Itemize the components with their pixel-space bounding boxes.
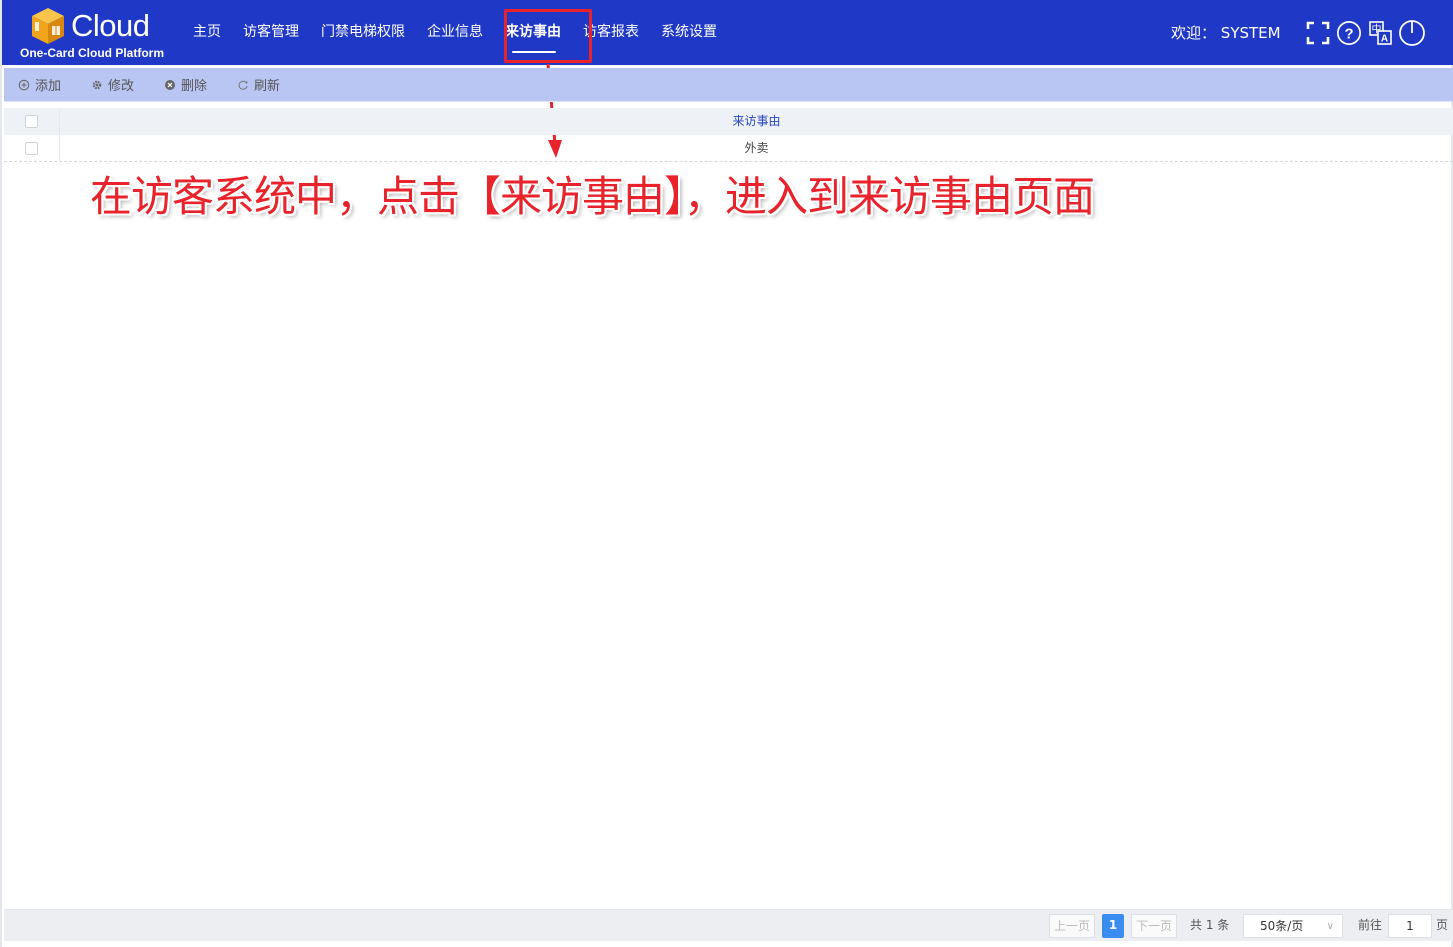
gear-icon xyxy=(92,80,102,89)
add-button[interactable]: 添加 xyxy=(4,68,76,102)
delete-button[interactable]: 删除 xyxy=(149,68,222,102)
table-header: 来访事由 xyxy=(4,108,1453,135)
delete-button-label: 删除 xyxy=(181,79,208,94)
select-all-cell xyxy=(4,108,60,135)
nav-item-home[interactable]: 主页 xyxy=(182,0,232,65)
svg-text:A: A xyxy=(1381,34,1388,45)
action-toolbar: 添加 修改 删除 刷新 xyxy=(4,68,1453,102)
nav-item-visitor-reports[interactable]: 访客报表 xyxy=(572,0,650,65)
logo-subtitle: One-Card Cloud Platform xyxy=(20,46,165,60)
goto-label: 前往 xyxy=(1358,918,1383,932)
page-size-value: 50条/页 xyxy=(1260,919,1304,933)
nav-item-visitor-management[interactable]: 访客管理 xyxy=(232,0,310,65)
svg-text:?: ? xyxy=(1344,27,1353,43)
translate-icon[interactable]: 中 A xyxy=(1368,19,1394,47)
visit-reason-table: 来访事由 外卖 xyxy=(4,108,1453,162)
table-row[interactable]: 外卖 xyxy=(4,135,1453,162)
annotation-caption: 在访客系统中，点击【来访事由】，进入到来访事由页面 xyxy=(90,172,1095,221)
prev-page-button[interactable]: 上一页 xyxy=(1049,914,1096,938)
add-button-label: 添加 xyxy=(35,79,62,94)
refresh-button[interactable]: 刷新 xyxy=(222,68,295,102)
logo-cube-icon xyxy=(32,8,64,44)
refresh-icon xyxy=(238,80,248,90)
refresh-button-label: 刷新 xyxy=(254,79,281,94)
next-page-button[interactable]: 下一页 xyxy=(1131,914,1178,938)
edit-button-label: 修改 xyxy=(108,79,135,94)
top-navigation-bar: Cloud One-Card Cloud Platform 主页 访客管理 门禁… xyxy=(2,0,1453,65)
delete-icon xyxy=(165,79,176,90)
table-cell: 外卖 xyxy=(744,141,769,155)
row-checkbox[interactable] xyxy=(25,142,38,155)
power-icon[interactable] xyxy=(1398,19,1426,47)
fullscreen-icon[interactable] xyxy=(1305,19,1331,47)
welcome-text: 欢迎： SYSTEM xyxy=(1171,22,1281,43)
brand-logo[interactable]: Cloud One-Card Cloud Platform xyxy=(20,5,180,63)
page-suffix: 页 xyxy=(1436,918,1449,932)
edit-button[interactable]: 修改 xyxy=(76,68,149,102)
goto-page-input[interactable]: 1 xyxy=(1388,914,1432,938)
page-size-select[interactable]: 50条/页 ∨ xyxy=(1243,914,1343,938)
total-count: 共 1 条 xyxy=(1190,918,1230,932)
main-nav: 主页 访客管理 门禁电梯权限 企业信息 来访事由 访客报表 系统设置 xyxy=(182,0,728,65)
select-all-checkbox[interactable] xyxy=(25,115,38,128)
page: Cloud One-Card Cloud Platform 主页 访客管理 门禁… xyxy=(0,0,1453,947)
nav-item-visit-reasons[interactable]: 来访事由 xyxy=(494,0,572,65)
chevron-down-icon: ∨ xyxy=(1326,921,1334,932)
username: SYSTEM xyxy=(1220,24,1281,42)
nav-item-access-elevator-permissions[interactable]: 门禁电梯权限 xyxy=(310,0,416,65)
row-select-cell xyxy=(4,135,60,162)
help-icon[interactable]: ? xyxy=(1336,19,1362,47)
pagination-bar: 上一页 1 下一页 共 1 条 50条/页 ∨ 前往 1 页 xyxy=(4,909,1453,941)
column-header-visit-reason[interactable]: 来访事由 xyxy=(60,108,1453,135)
add-icon xyxy=(18,79,30,90)
welcome-label: 欢迎： xyxy=(1171,24,1217,42)
nav-item-company-info[interactable]: 企业信息 xyxy=(416,0,494,65)
current-page-button[interactable]: 1 xyxy=(1102,914,1124,938)
logo-wordmark: Cloud xyxy=(71,8,150,43)
nav-item-system-settings[interactable]: 系统设置 xyxy=(650,0,728,65)
